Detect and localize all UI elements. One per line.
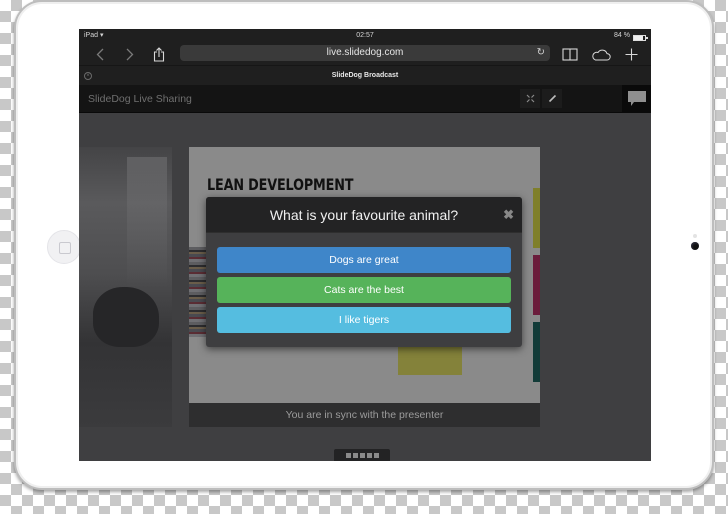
slide-stripe-magenta bbox=[533, 255, 540, 315]
battery-icon bbox=[633, 35, 648, 41]
close-icon[interactable]: ✖ bbox=[503, 197, 514, 233]
url-text: live.slidedog.com bbox=[326, 47, 404, 58]
status-time: 02:57 bbox=[356, 32, 374, 39]
photo-person bbox=[93, 287, 159, 347]
poll-modal-header: What is your favourite animal? ✖ bbox=[206, 197, 522, 233]
battery-percent: 84 % bbox=[614, 32, 630, 39]
fullscreen-button[interactable] bbox=[520, 89, 540, 108]
chat-button[interactable] bbox=[622, 85, 651, 113]
pager-dot[interactable] bbox=[345, 452, 351, 458]
url-bar[interactable]: live.slidedog.com ↻ bbox=[180, 45, 550, 61]
sticky-note bbox=[398, 347, 462, 375]
chevron-right-icon[interactable] bbox=[123, 43, 137, 65]
chevron-left-icon[interactable] bbox=[93, 43, 107, 65]
pager-dot[interactable] bbox=[359, 452, 365, 458]
status-bar: iPad ▾ 02:57 84 % bbox=[79, 29, 651, 43]
tab-bar: × SlideDog Broadcast bbox=[79, 65, 651, 85]
status-right: 84 % bbox=[614, 29, 648, 43]
browser-toolbar: live.slidedog.com ↻ bbox=[79, 43, 651, 65]
slide-title: LEAN DEVELOPMENT bbox=[207, 175, 354, 194]
tab-title[interactable]: SlideDog Broadcast bbox=[332, 72, 399, 79]
book-icon[interactable] bbox=[561, 43, 579, 65]
poll-option-cats[interactable]: Cats are the best bbox=[217, 277, 511, 303]
ambient-sensor bbox=[693, 234, 697, 238]
close-circle-icon[interactable]: × bbox=[84, 72, 92, 80]
app-title: SlideDog Live Sharing bbox=[88, 93, 192, 105]
sync-status-bar: You are in sync with the presenter bbox=[189, 403, 540, 427]
fullscreen-icon bbox=[526, 94, 534, 103]
battery-fill bbox=[634, 36, 644, 40]
pen-button[interactable] bbox=[542, 89, 562, 108]
poll-question: What is your favourite animal? bbox=[269, 207, 459, 223]
plus-icon[interactable] bbox=[623, 43, 639, 65]
slide-stripe-yellow bbox=[533, 188, 540, 248]
pager-dot[interactable] bbox=[366, 452, 372, 458]
poll-option-tigers[interactable]: I like tigers bbox=[217, 307, 511, 333]
slide-stripe-teal bbox=[533, 322, 540, 382]
poll-option-dogs[interactable]: Dogs are great bbox=[217, 247, 511, 273]
photo-light bbox=[127, 157, 167, 287]
pen-icon bbox=[548, 94, 556, 103]
chat-bubble-icon bbox=[627, 91, 646, 106]
poll-modal: What is your favourite animal? ✖ Dogs ar… bbox=[206, 197, 522, 347]
pager-dot[interactable] bbox=[352, 452, 358, 458]
share-icon[interactable] bbox=[151, 43, 167, 65]
device-screen: iPad ▾ 02:57 84 % live.slidedog.com ↻ × … bbox=[79, 29, 651, 461]
slide-books-image bbox=[189, 247, 206, 337]
slide-pager[interactable] bbox=[334, 449, 390, 461]
camera-icon bbox=[691, 242, 699, 250]
home-button[interactable] bbox=[47, 230, 81, 264]
app-header: SlideDog Live Sharing bbox=[79, 85, 651, 113]
cloud-icon[interactable] bbox=[590, 43, 612, 65]
pager-dot[interactable] bbox=[373, 452, 379, 458]
previous-slide-thumbnail[interactable] bbox=[79, 147, 172, 427]
reload-icon[interactable]: ↻ bbox=[537, 45, 545, 61]
